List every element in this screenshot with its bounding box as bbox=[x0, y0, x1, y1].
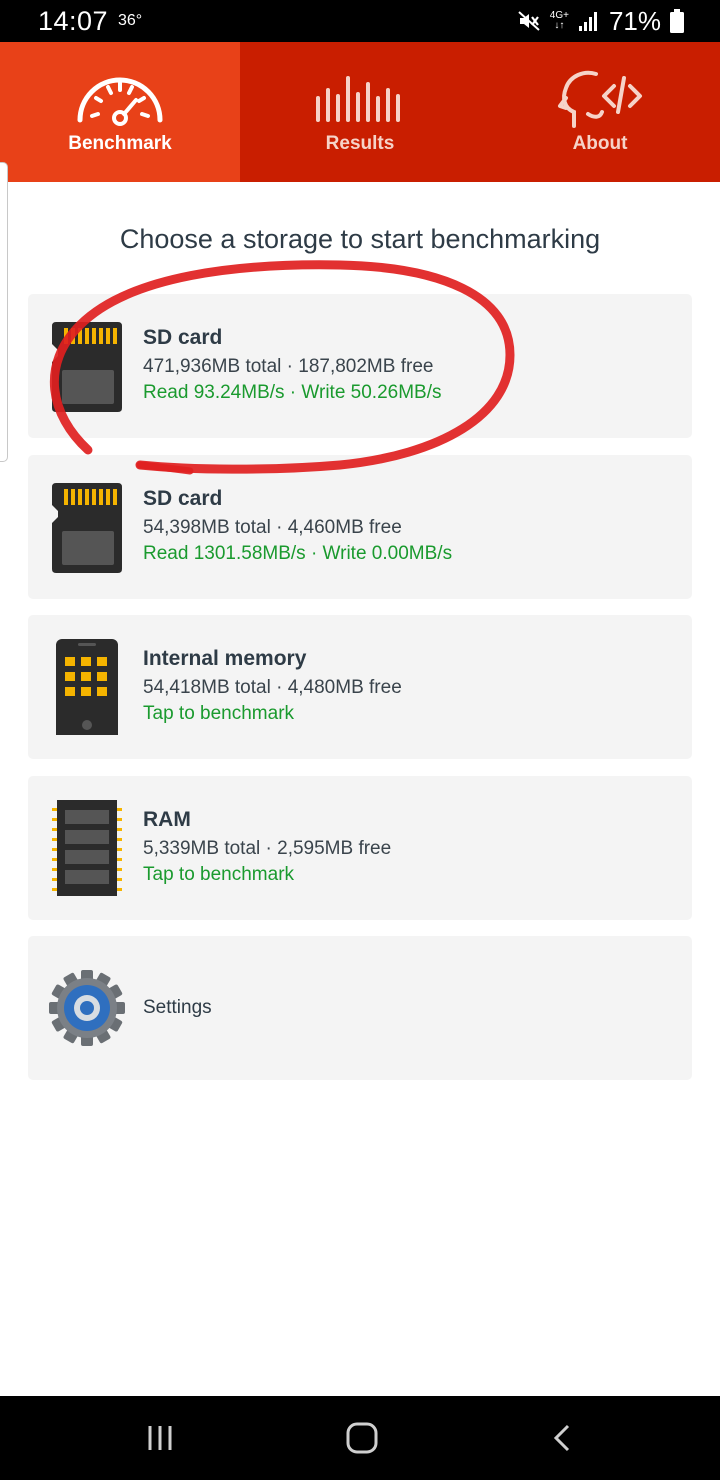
head-code-icon bbox=[558, 70, 642, 128]
storage-title: SD card bbox=[143, 326, 223, 349]
mute-icon bbox=[518, 11, 540, 31]
storage-speed: Tap to benchmark bbox=[143, 864, 295, 885]
tab-about-label: About bbox=[572, 133, 628, 154]
gear-icon bbox=[49, 970, 125, 1046]
bars-icon bbox=[316, 76, 400, 122]
network-indicator: 4G+ ↓↑ bbox=[550, 11, 569, 31]
storage-card-sd-card-1[interactable]: SD card 471,936MB total · 187,802MB free… bbox=[28, 294, 692, 438]
navigation-bar bbox=[0, 1396, 720, 1480]
storage-speed: Tap to benchmark bbox=[143, 703, 295, 724]
storage-speed: Read 93.24MB/s · Write 50.26MB/s bbox=[143, 382, 442, 403]
storage-capacity: 5,339MB total · 2,595MB free bbox=[143, 838, 392, 859]
phone-memory-icon bbox=[56, 639, 118, 735]
tab-about[interactable]: About bbox=[480, 42, 720, 182]
storage-capacity: 471,936MB total · 187,802MB free bbox=[143, 356, 434, 377]
edge-panel-handle[interactable] bbox=[0, 162, 8, 462]
tab-results[interactable]: Results bbox=[240, 42, 480, 182]
ram-chip-icon bbox=[52, 800, 122, 896]
battery-icon bbox=[670, 9, 684, 33]
storage-title: SD card bbox=[143, 487, 223, 510]
storage-speed: Read 1301.58MB/s · Write 0.00MB/s bbox=[143, 543, 453, 564]
status-temperature: 36° bbox=[118, 12, 143, 29]
sd-card-icon bbox=[52, 322, 122, 412]
battery-percent: 71% bbox=[608, 5, 661, 36]
recents-icon[interactable] bbox=[140, 1418, 180, 1458]
speedometer-icon bbox=[77, 77, 163, 126]
storage-capacity: 54,398MB total · 4,460MB free bbox=[143, 517, 402, 538]
tab-benchmark-label: Benchmark bbox=[68, 133, 172, 154]
data-arrows-icon: ↓↑ bbox=[554, 20, 565, 31]
tab-bar: Benchmark Results About bbox=[0, 42, 720, 182]
settings-card[interactable]: Settings bbox=[28, 936, 692, 1080]
settings-label: Settings bbox=[143, 997, 212, 1018]
sd-card-icon bbox=[52, 483, 122, 573]
storage-capacity: 54,418MB total · 4,480MB free bbox=[143, 677, 402, 698]
storage-card-sd-card-2[interactable]: SD card 54,398MB total · 4,460MB free Re… bbox=[28, 455, 692, 599]
page-heading: Choose a storage to start benchmarking bbox=[119, 224, 601, 254]
tab-benchmark[interactable]: Benchmark bbox=[0, 42, 240, 182]
status-right-group: 4G+ ↓↑ 71% bbox=[517, 6, 684, 36]
storage-card-internal-memory[interactable]: Internal memory 54,418MB total · 4,480MB… bbox=[28, 615, 692, 759]
storage-card-ram[interactable]: RAM 5,339MB total · 2,595MB free Tap to … bbox=[28, 776, 692, 920]
status-bar: 14:07 36° 4G+ ↓↑ 71% bbox=[0, 0, 720, 42]
storage-title: Internal memory bbox=[143, 647, 307, 670]
tab-results-label: Results bbox=[325, 133, 395, 154]
home-icon[interactable] bbox=[342, 1418, 382, 1458]
status-time: 14:07 bbox=[38, 6, 109, 36]
storage-title: RAM bbox=[143, 808, 191, 831]
back-icon[interactable] bbox=[544, 1418, 584, 1458]
signal-icon bbox=[578, 12, 597, 31]
